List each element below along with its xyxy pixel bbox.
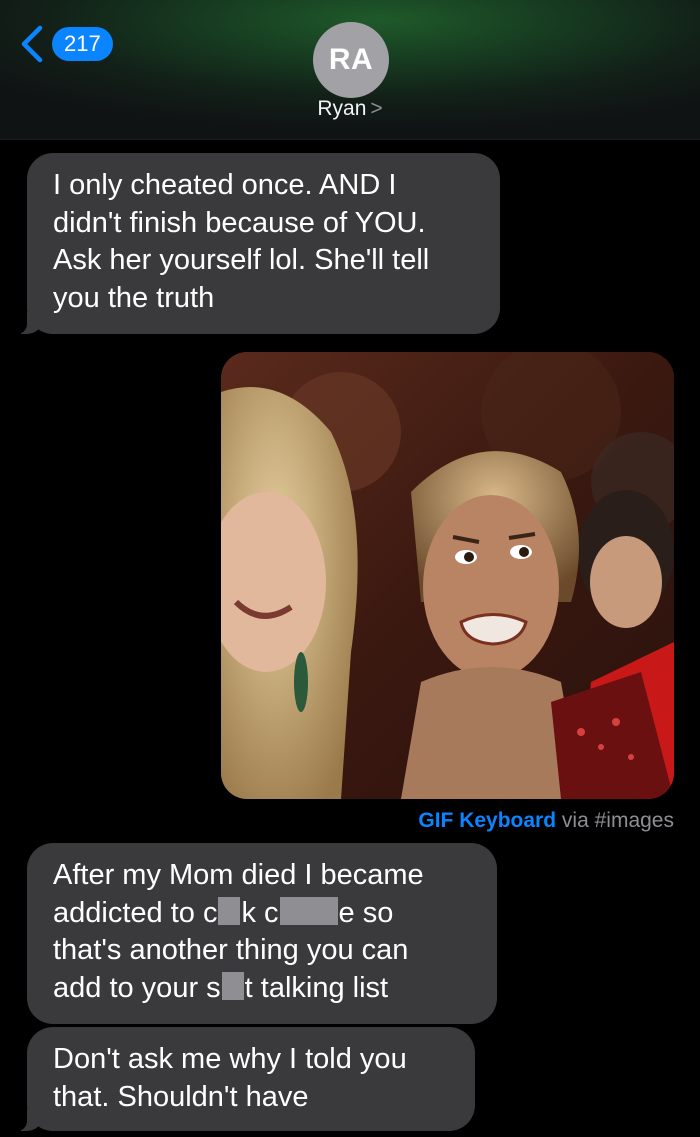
gif-source-link[interactable]: GIF Keyboard bbox=[418, 809, 556, 832]
conversation-header: 217 RA Ryan > bbox=[0, 0, 700, 140]
message-text: addicted to c bbox=[53, 896, 218, 929]
gif-caption-via: via bbox=[561, 809, 589, 832]
message-line: Ask her yourself lol. She'll tell bbox=[53, 244, 430, 276]
message-line: add to your s t talking list bbox=[53, 970, 471, 1008]
message-line: didn't finish because of YOU. bbox=[53, 206, 426, 239]
messages-screen: 217 RA Ryan > I only cheated once. AND I … bbox=[0, 0, 700, 1137]
redaction-mark bbox=[218, 896, 241, 925]
message-bubble[interactable]: I only cheated once. AND I didn't finish… bbox=[15, 153, 500, 334]
message-text: k c bbox=[241, 896, 279, 929]
message-line: Don't ask me why I told you bbox=[53, 1043, 407, 1075]
message-text: add to your s bbox=[53, 971, 221, 1004]
message-text: t talking list bbox=[244, 971, 389, 1004]
message-text: e so bbox=[338, 896, 394, 929]
gif-attachment[interactable] bbox=[221, 352, 674, 799]
contact-name-button[interactable]: Ryan > bbox=[0, 94, 700, 124]
unread-count-badge: 217 bbox=[52, 27, 113, 61]
redaction-mark bbox=[221, 971, 244, 1000]
message-bubble[interactable]: Don't ask me why I told you that. Should… bbox=[15, 1027, 475, 1131]
message-line: that. Shouldn't have bbox=[53, 1080, 309, 1113]
message-line: you the truth bbox=[53, 281, 215, 314]
avatar[interactable]: RA bbox=[313, 22, 389, 98]
message-line: that's another thing you can bbox=[53, 934, 409, 966]
back-button[interactable]: 217 bbox=[18, 22, 113, 66]
gif-caption: GIF Keyboard via #images bbox=[418, 808, 674, 834]
gif-image bbox=[221, 352, 674, 799]
redaction-mark bbox=[279, 896, 338, 925]
message-line: addicted to c k c e so bbox=[53, 895, 471, 933]
contact-name: Ryan bbox=[317, 97, 367, 120]
chevron-right-icon: > bbox=[370, 97, 383, 120]
message-bubble[interactable]: After my Mom died I became addicted to c… bbox=[27, 843, 497, 1024]
chevron-left-icon bbox=[21, 25, 43, 63]
gif-caption-tag[interactable]: #images bbox=[595, 809, 674, 832]
message-line: I only cheated once. AND I bbox=[53, 169, 397, 201]
message-line: After my Mom died I became bbox=[53, 859, 424, 891]
